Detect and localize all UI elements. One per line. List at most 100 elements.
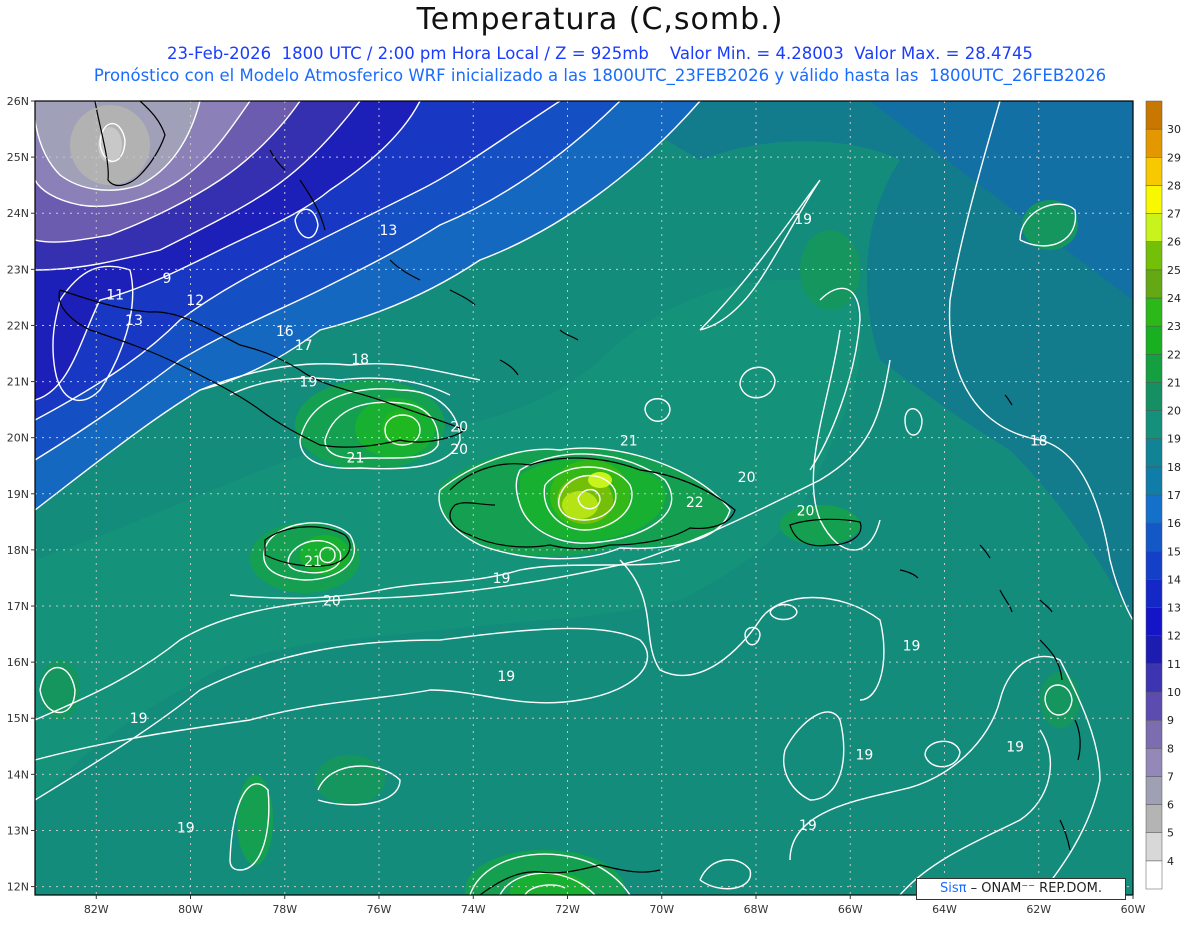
contour-value-label: 9 [162,271,171,287]
lat-tick-label: 14N [7,768,29,781]
contour-value-label: 20 [797,504,815,520]
colorbar-level-label: 25 [1167,264,1181,277]
colorbar-level-label: 28 [1167,179,1181,192]
contour-value-label: 19 [794,212,812,228]
lat-tick-label: 19N [7,488,29,501]
lon-tick-label: 76W [367,903,392,916]
contour-value-label: 19 [1006,739,1024,755]
colorbar-swatch [1145,579,1163,608]
colorbar-level-label: 21 [1167,376,1181,389]
temperature-field [35,101,1133,895]
colorbar-swatch [1145,832,1163,862]
colorbar-swatch [1145,663,1163,693]
colorbar-level-label: 5 [1167,827,1174,840]
colorbar-level-label: 6 [1167,799,1174,812]
lon-tick-label: 82W [84,903,109,916]
colorbar-level-label: 22 [1167,348,1181,361]
colorbar-swatch [1145,522,1163,552]
colorbar-swatch [1145,466,1163,496]
lat-tick-label: 21N [7,376,29,389]
colorbar-swatch [1145,325,1163,355]
lat-tick-label: 22N [7,319,29,332]
colorbar-level-label: 4 [1167,855,1174,868]
lon-tick-label: 80W [178,903,203,916]
colorbar-swatch [1145,410,1163,439]
lat-tick-label: 20N [7,432,29,445]
colorbar-swatch [1145,157,1163,186]
colorbar-level-label: 18 [1167,461,1181,474]
contour-value-label: 16 [276,324,294,340]
contour-value-label: 18 [1030,433,1048,449]
contour-value-label: 13 [380,223,398,239]
sispi-label: Sisπ [940,881,967,896]
colorbar-swatch [1145,691,1163,721]
colorbar-level-label: 12 [1167,630,1181,643]
colorbar-level-label: 16 [1167,517,1181,530]
lon-tick-label: 66W [838,903,863,916]
colorbar-level-label: 19 [1167,433,1181,446]
contour-value-label: 20 [323,593,341,609]
colorbar-swatch [1145,213,1163,242]
contour-value-label: 19 [497,669,515,685]
contour-value-label: 20 [450,442,468,458]
lon-tick-label: 60W [1121,903,1146,916]
lon-tick-label: 62W [1026,903,1051,916]
lat-tick-label: 16N [7,656,29,669]
lon-tick-label: 68W [744,903,769,916]
lon-tick-label: 72W [555,903,580,916]
colorbar-level-label: 26 [1167,236,1181,249]
contour-value-label: 22 [686,495,704,511]
contour-value-label: 17 [295,338,313,354]
temperature-colorbar: 4 5 6 7 8 9 10 11 12 13 14 15 16 17 18 19 20 21 22 23 24 25 26… [1145,100,1181,890]
contour-value-label: 20 [738,470,756,486]
contour-value-label: 19 [903,638,921,654]
colorbar-level-label: 23 [1167,320,1181,333]
contour-value-label: 21 [620,433,638,449]
colorbar-level-label: 15 [1167,545,1181,558]
colorbar-swatch [1145,748,1163,777]
colorbar-swatch [1145,185,1163,214]
colorbar-level-label: 27 [1167,208,1181,221]
colorbar-swatch [1145,382,1163,411]
colorbar-swatch [1145,354,1163,383]
colorbar-swatch [1145,494,1163,524]
lat-tick-label: 13N [7,824,29,837]
colorbar-swatch [1145,804,1163,833]
colorbar-level-label: 7 [1167,770,1174,783]
colorbar-swatch [1145,635,1163,665]
colorbar-swatch [1145,551,1163,580]
colorbar-swatch [1145,241,1163,271]
colorbar-level-label: 24 [1167,292,1181,305]
colorbar-level-label: 20 [1167,405,1181,418]
lat-tick-label: 17N [7,600,29,613]
contour-value-label: 20 [450,419,468,435]
lat-tick-label: 12N [7,881,29,894]
lon-tick-label: 78W [272,903,297,916]
colorbar-swatch [1145,719,1163,749]
temperature-map: 26N 25N 24N 23N 22N 21N 20N 19N 18N 17N 16N 15N 14N 1… [7,95,1181,916]
lat-tick-label: 23N [7,263,29,276]
contour-value-label: 19 [799,818,817,834]
contour-value-label: 18 [351,352,369,368]
colorbar-swatch [1145,607,1163,636]
lon-tick-label: 74W [461,903,486,916]
colorbar-level-label: 30 [1167,123,1181,136]
contour-value-label: 11 [106,288,124,304]
onamet-label: – ONAM⁻⁻ REP.DOM. [966,881,1102,896]
colorbar-level-label: 29 [1167,151,1181,164]
colorbar-level-label: 9 [1167,714,1174,727]
contour-value-label: 21 [304,554,322,570]
colorbar-swatch [1145,128,1163,158]
contour-value-label: 19 [493,571,511,587]
lat-tick-label: 25N [7,151,29,164]
colorbar-swatch [1145,297,1163,327]
contour-value-label: 19 [130,711,148,727]
colorbar-level-label: 11 [1167,658,1181,671]
colorbar-swatch [1145,776,1163,805]
colorbar-level-label: 8 [1167,742,1174,755]
contour-value-label: 12 [186,293,204,309]
colorbar-level-label: 14 [1167,573,1181,586]
colorbar-swatch [1145,100,1163,130]
lat-tick-label: 24N [7,207,29,220]
lat-tick-label: 15N [7,712,29,725]
